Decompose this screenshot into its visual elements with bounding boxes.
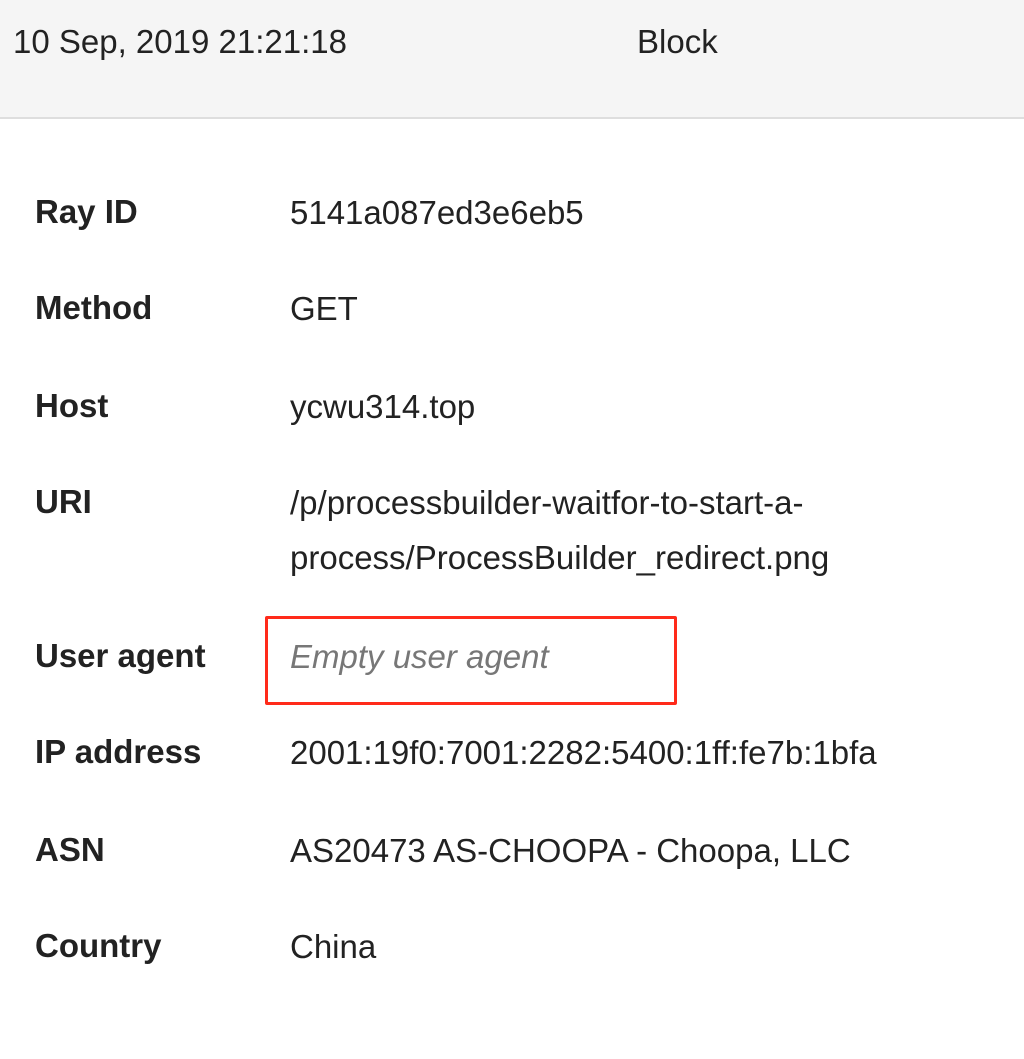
event-summary-header[interactable]: 10 Sep, 2019 21:21:18 Block [0, 0, 1024, 119]
event-timestamp: 10 Sep, 2019 21:21:18 [13, 23, 347, 60]
ip-address-label: IP address [35, 733, 202, 770]
method-value: GET [290, 290, 358, 327]
user-agent-label: User agent [35, 637, 206, 674]
country-value: China [290, 928, 377, 965]
host-label: Host [35, 387, 109, 424]
ray-id-label: Ray ID [35, 193, 138, 230]
uri-label: URI [35, 483, 92, 520]
uri-value: /p/processbuilder-waitfor-to-start-a-pro… [290, 484, 830, 576]
host-value: ycwu314.top [290, 388, 476, 425]
country-label: Country [35, 927, 162, 964]
asn-label: ASN [35, 831, 105, 868]
event-action: Block [637, 23, 718, 60]
asn-value: AS20473 AS-CHOOPA - Choopa, LLC [290, 832, 851, 869]
highlight-box [265, 616, 677, 705]
method-label: Method [35, 289, 153, 326]
ray-id-value: 5141a087ed3e6eb5 [290, 194, 584, 231]
ip-address-value: 2001:19f0:7001:2282:5400:1ff:fe7b:1bfa [290, 734, 877, 771]
